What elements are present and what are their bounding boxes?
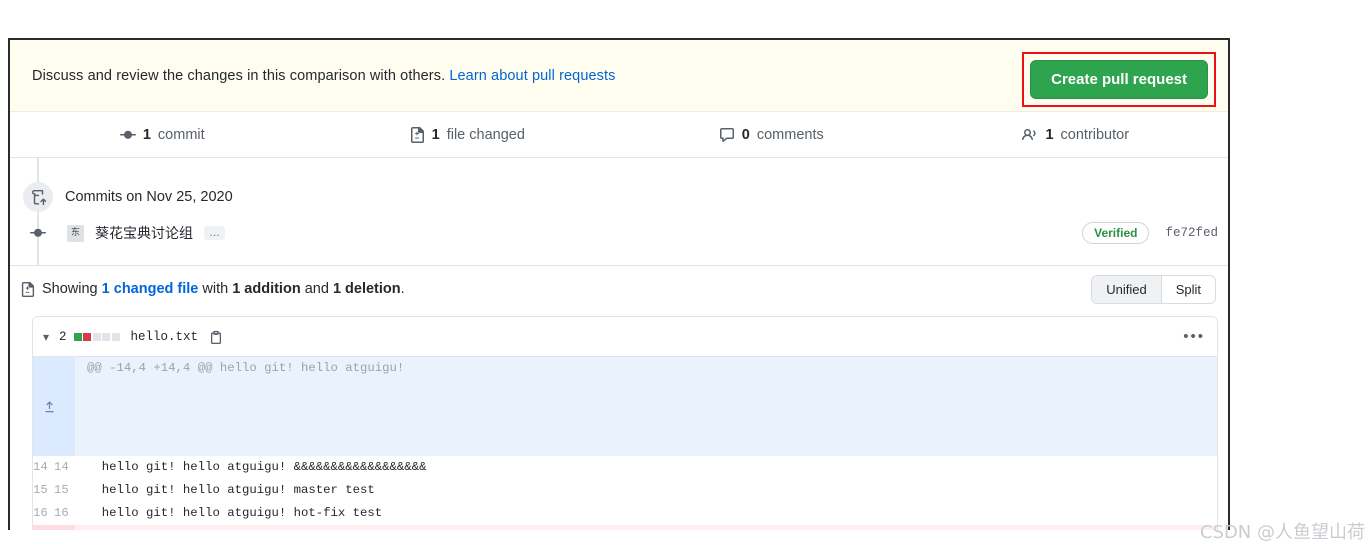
- verified-badge[interactable]: Verified: [1082, 222, 1150, 244]
- learn-about-pull-requests-link[interactable]: Learn about pull requests: [449, 68, 615, 84]
- banner-message: Discuss and review the changes in this c…: [32, 68, 616, 84]
- summary-prefix: Showing: [42, 281, 102, 297]
- commit-author-avatar[interactable]: 东: [67, 224, 84, 242]
- diff-view-split-button[interactable]: Split: [1161, 275, 1215, 303]
- diff-line-context: 14 14 hello git! hello atguigu! &&&&&&&&…: [33, 456, 1217, 479]
- chevron-down-icon[interactable]: ▾: [43, 330, 49, 344]
- stat-files-changed-label: file changed: [446, 126, 525, 143]
- diffstat-block-empty: [92, 332, 101, 341]
- line-number-new[interactable]: [54, 525, 75, 530]
- file-diff-container: ▾ 2 hello.txt ••• @@ -14,4 +14,4 @@ hell…: [32, 316, 1218, 530]
- line-content: hello git! hello atguigu! &&&&&&&&&&&&&&…: [75, 456, 1217, 479]
- diff-line-deletion: 17 -: [33, 525, 1217, 530]
- commit-row: 东 葵花宝典讨论组 … Verified fe72fed: [10, 222, 1218, 244]
- line-number-new[interactable]: 14: [54, 456, 75, 479]
- commit-expand-button[interactable]: …: [204, 226, 225, 240]
- diffstat-block-addition: [73, 332, 82, 341]
- summary-suffix: .: [400, 281, 405, 297]
- git-commit-icon: [119, 127, 136, 143]
- compare-banner: Discuss and review the changes in this c…: [10, 40, 1228, 112]
- commits-timeline: Commits on Nov 25, 2020 东 葵花宝典讨论组 … Veri…: [10, 158, 1228, 266]
- kebab-horizontal-icon[interactable]: •••: [1183, 328, 1205, 345]
- commit-sha[interactable]: fe72fed: [1165, 226, 1218, 240]
- stat-comments-label: comments: [756, 126, 824, 143]
- changed-file-link[interactable]: 1 changed file: [102, 281, 199, 297]
- comment-icon: [719, 127, 735, 143]
- line-content: hello git! hello atguigu! hot-fix test: [75, 502, 1217, 525]
- create-pull-request-highlight: Create pull request: [1022, 52, 1216, 107]
- file-diff-header: ▾ 2 hello.txt •••: [33, 317, 1217, 357]
- file-diff-icon: [409, 126, 425, 143]
- commits-date-label: Commits on Nov 25, 2020: [65, 189, 233, 205]
- line-number-old[interactable]: 17: [33, 525, 54, 530]
- diffstat-block-empty: [102, 332, 111, 341]
- stat-contributors-label: contributor: [1060, 126, 1130, 143]
- compare-page-frame: Discuss and review the changes in this c…: [8, 38, 1230, 530]
- copy-icon[interactable]: [209, 330, 223, 344]
- commits-date-group: Commits on Nov 25, 2020: [10, 182, 233, 212]
- stat-commits-count: 1: [142, 126, 151, 143]
- people-icon: [1022, 127, 1038, 143]
- diff-view-unified-button[interactable]: Unified: [1092, 275, 1162, 303]
- hunk-expand-button[interactable]: [33, 357, 75, 456]
- stat-commits-label: commit: [157, 126, 205, 143]
- stat-comments[interactable]: 0 comments: [619, 127, 924, 143]
- diff-line-context: 16 16 hello git! hello atguigu! hot-fix …: [33, 502, 1217, 525]
- file-diff-summary-icon: [20, 281, 42, 297]
- line-number-new[interactable]: 16: [54, 502, 75, 525]
- summary-conjunction: and: [300, 281, 333, 297]
- additions-count: 1 addition: [232, 281, 301, 297]
- stat-comments-count: 0: [741, 126, 750, 143]
- screenshot-root: Discuss and review the changes in this c…: [0, 0, 1371, 548]
- diff-summary-bar: Showing 1 changed file with 1 addition a…: [10, 266, 1228, 312]
- diff-view-toggle: Unified Split: [1091, 274, 1216, 304]
- diffstat-block-deletion: [83, 332, 92, 341]
- diffstat-block-empty: [111, 332, 120, 341]
- line-number-old[interactable]: 14: [33, 456, 54, 479]
- diff-hunk-header-row: @@ -14,4 +14,4 @@ hello git! hello atgui…: [33, 357, 1217, 456]
- line-content: -: [75, 525, 1217, 530]
- line-content: hello git! hello atguigu! master test: [75, 479, 1217, 502]
- diff-table: @@ -14,4 +14,4 @@ hello git! hello atgui…: [33, 357, 1217, 530]
- file-name[interactable]: hello.txt: [131, 330, 199, 344]
- diff-line-context: 15 15 hello git! hello atguigu! master t…: [33, 479, 1217, 502]
- diff-summary-text: Showing 1 changed file with 1 addition a…: [42, 281, 405, 297]
- repo-push-icon: [23, 182, 53, 212]
- expand-up-icon: [33, 400, 66, 413]
- stat-files-changed[interactable]: 1 file changed: [315, 126, 620, 143]
- line-number-new[interactable]: 15: [54, 479, 75, 502]
- line-number-old[interactable]: 15: [33, 479, 54, 502]
- stat-contributors-count: 1: [1045, 126, 1054, 143]
- create-pull-request-button[interactable]: Create pull request: [1030, 60, 1208, 99]
- diffstat-blocks: [73, 332, 120, 341]
- deletions-count: 1 deletion: [332, 281, 401, 297]
- hunk-header-text: @@ -14,4 +14,4 @@ hello git! hello atgui…: [75, 357, 1217, 456]
- line-number-old[interactable]: 16: [33, 502, 54, 525]
- commit-message-link[interactable]: 葵花宝典讨论组: [95, 223, 193, 243]
- stat-contributors[interactable]: 1 contributor: [924, 127, 1229, 143]
- stat-commits[interactable]: 1 commit: [10, 127, 315, 143]
- commit-meta: Verified fe72fed: [1082, 222, 1218, 244]
- compare-stats-bar: 1 commit 1 file changed 0 comments 1 con…: [10, 112, 1228, 158]
- file-change-count: 2: [59, 329, 67, 344]
- banner-message-text: Discuss and review the changes in this c…: [32, 67, 446, 84]
- summary-middle: with: [198, 281, 233, 297]
- stat-files-changed-count: 1: [431, 126, 440, 143]
- git-commit-node-icon: [23, 225, 53, 241]
